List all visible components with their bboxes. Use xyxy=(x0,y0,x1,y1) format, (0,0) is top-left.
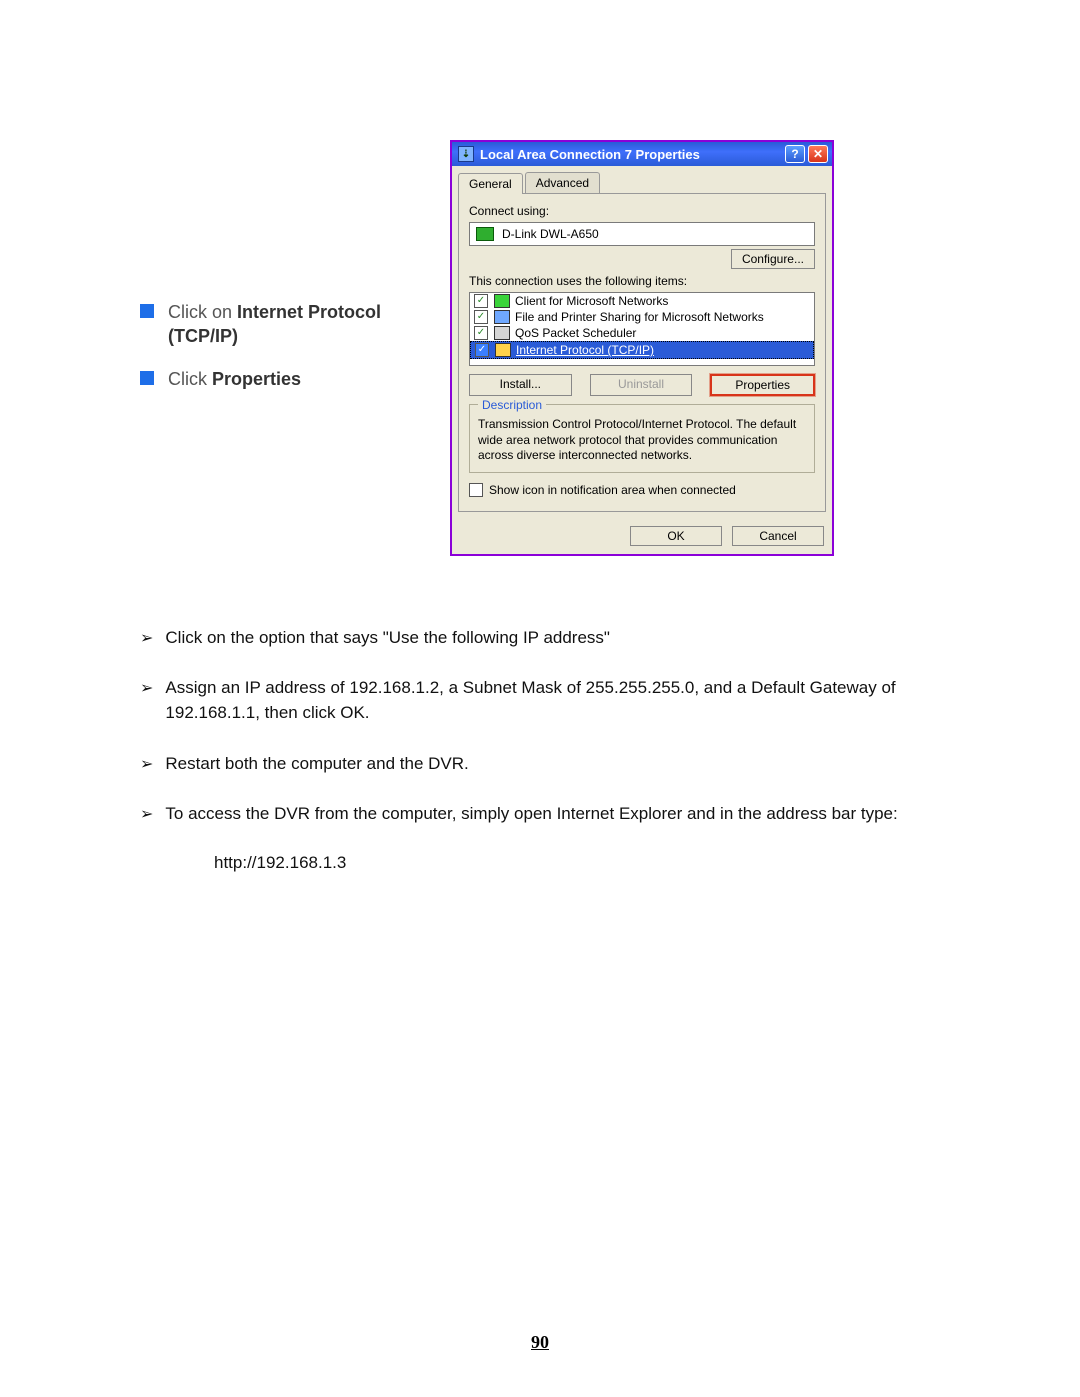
checkbox-icon[interactable] xyxy=(474,326,488,340)
configure-button[interactable]: Configure... xyxy=(731,249,815,269)
checkbox-icon[interactable] xyxy=(475,343,489,357)
square-bullet-icon xyxy=(140,304,154,318)
show-icon-label: Show icon in notification area when conn… xyxy=(489,483,736,497)
instruction-steps: ➢ Click on the option that says "Use the… xyxy=(140,626,960,873)
step-text: Assign an IP address of 192.168.1.2, a S… xyxy=(165,676,960,725)
description-fieldset: Description Transmission Control Protoco… xyxy=(469,404,815,473)
dialog-title: Local Area Connection 7 Properties xyxy=(480,147,782,162)
page-number: 90 xyxy=(0,1332,1080,1353)
properties-button[interactable]: Properties xyxy=(710,374,815,396)
item-label: Client for Microsoft Networks xyxy=(515,294,668,308)
install-button[interactable]: Install... xyxy=(469,374,572,396)
instruction-line-2: Click Properties xyxy=(168,367,301,391)
example-url: http://192.168.1.3 xyxy=(214,853,960,873)
instruction-line-1: Click on Internet Protocol (TCP/IP) xyxy=(168,300,440,349)
description-legend: Description xyxy=(478,398,546,412)
item-label: File and Printer Sharing for Microsoft N… xyxy=(515,310,764,324)
cancel-button[interactable]: Cancel xyxy=(732,526,824,546)
arrow-bullet-icon: ➢ xyxy=(140,753,153,776)
list-item[interactable]: Client for Microsoft Networks xyxy=(470,293,814,309)
list-item[interactable]: File and Printer Sharing for Microsoft N… xyxy=(470,309,814,325)
qos-icon xyxy=(494,326,510,340)
item-label: QoS Packet Scheduler xyxy=(515,326,636,340)
description-text: Transmission Control Protocol/Internet P… xyxy=(478,417,806,464)
square-bullet-icon xyxy=(140,371,154,385)
dialog-titlebar: ⇣ Local Area Connection 7 Properties ? ✕ xyxy=(452,142,832,166)
tcpip-icon xyxy=(495,343,511,357)
file-sharing-icon xyxy=(494,310,510,324)
dialog-body: Connect using: D-Link DWL-A650 Configure… xyxy=(458,193,826,512)
step-text: Click on the option that says "Use the f… xyxy=(165,626,960,651)
arrow-bullet-icon: ➢ xyxy=(140,803,153,826)
properties-dialog: ⇣ Local Area Connection 7 Properties ? ✕… xyxy=(450,140,834,556)
connection-icon: ⇣ xyxy=(458,146,474,162)
left-instructions: Click on Internet Protocol (TCP/IP) Clic… xyxy=(140,140,440,409)
client-icon xyxy=(494,294,510,308)
connect-using-label: Connect using: xyxy=(469,204,815,218)
tab-advanced[interactable]: Advanced xyxy=(525,172,600,193)
instruction-2-prefix: Click xyxy=(168,369,212,389)
item-label: Internet Protocol (TCP/IP) xyxy=(516,343,654,357)
list-item-selected[interactable]: Internet Protocol (TCP/IP) xyxy=(470,341,814,359)
help-button[interactable]: ? xyxy=(785,145,805,163)
ok-button[interactable]: OK xyxy=(630,526,722,546)
step-text: Restart both the computer and the DVR. xyxy=(165,752,960,777)
tab-general[interactable]: General xyxy=(458,173,523,194)
list-item[interactable]: QoS Packet Scheduler xyxy=(470,325,814,341)
checkbox-icon[interactable] xyxy=(474,310,488,324)
arrow-bullet-icon: ➢ xyxy=(140,627,153,650)
adapter-name: D-Link DWL-A650 xyxy=(502,227,599,241)
show-icon-row[interactable]: Show icon in notification area when conn… xyxy=(469,483,815,497)
checkbox-icon[interactable] xyxy=(474,294,488,308)
step-text: To access the DVR from the computer, sim… xyxy=(165,802,960,827)
close-button[interactable]: ✕ xyxy=(808,145,828,163)
arrow-bullet-icon: ➢ xyxy=(140,677,153,700)
adapter-field[interactable]: D-Link DWL-A650 xyxy=(469,222,815,246)
connection-uses-label: This connection uses the following items… xyxy=(469,274,815,288)
show-icon-checkbox[interactable] xyxy=(469,483,483,497)
dialog-tabs: General Advanced xyxy=(452,166,832,193)
uninstall-button[interactable]: Uninstall xyxy=(590,374,693,396)
network-adapter-icon xyxy=(476,227,494,241)
instruction-2-bold: Properties xyxy=(212,369,301,389)
instruction-1-prefix: Click on xyxy=(168,302,237,322)
connection-items-list[interactable]: Client for Microsoft Networks File and P… xyxy=(469,292,815,366)
